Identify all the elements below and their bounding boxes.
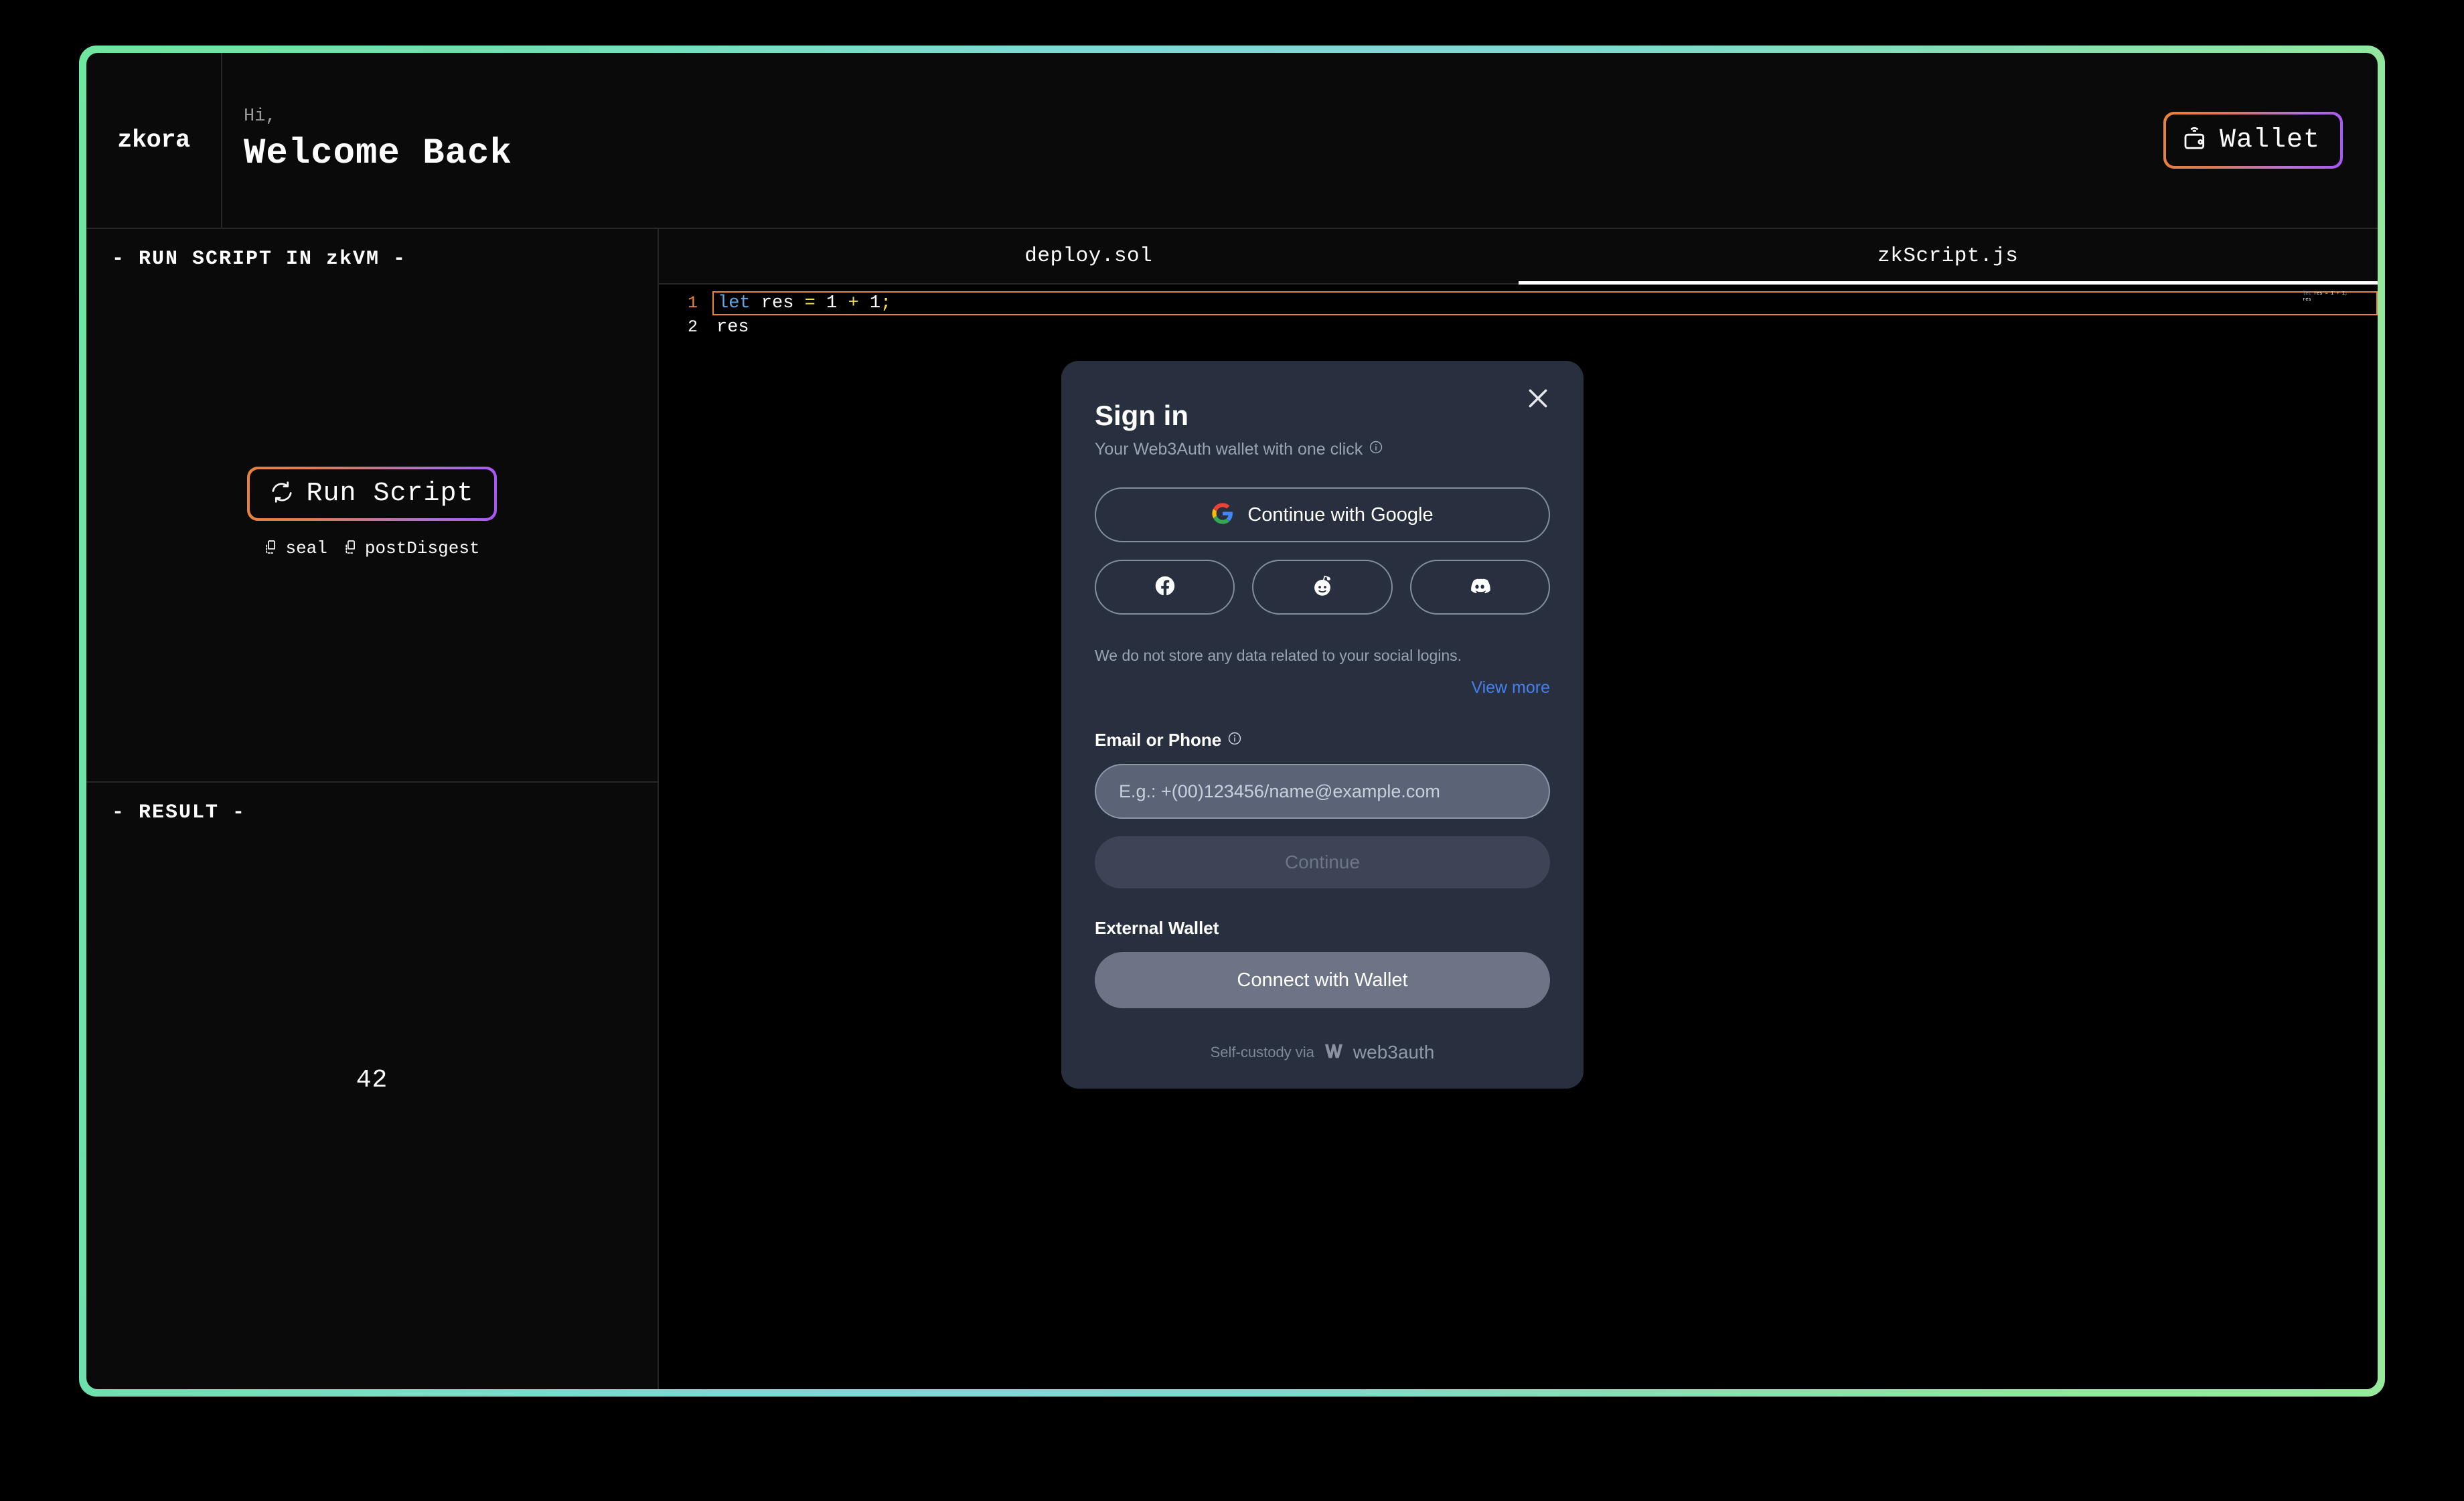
- tab-deploy-sol-label: deploy.sol: [1024, 244, 1153, 268]
- continue-with-google-button[interactable]: Continue with Google: [1095, 487, 1550, 542]
- result-center: 42: [86, 824, 658, 1389]
- result-section: - RESULT - 42: [86, 783, 658, 1389]
- app-frame: zkora Hi, Welcome Back Wallet - RUN SCRI…: [79, 46, 2385, 1397]
- modal-subtitle-text: Your Web3Auth wallet with one click: [1095, 440, 1363, 459]
- reddit-icon: [1311, 574, 1334, 601]
- code-line[interactable]: 1 let res = 1 + 1;: [659, 291, 2378, 315]
- modal-title: Sign in: [1095, 400, 1188, 431]
- web3auth-logo-icon: [1324, 1042, 1344, 1063]
- code-lines: 1 let res = 1 + 1; 2 res: [659, 285, 2378, 339]
- info-icon[interactable]: [1227, 730, 1242, 750]
- tab-deploy-sol[interactable]: deploy.sol: [659, 229, 1519, 283]
- continue-with-google-label: Continue with Google: [1247, 503, 1434, 526]
- copy-postdigest-chip[interactable]: postDisgest: [343, 538, 480, 558]
- copy-icon: [264, 539, 280, 558]
- tab-zkscript-js[interactable]: zkScript.js: [1518, 229, 2378, 285]
- run-script-label: Run Script: [306, 479, 474, 509]
- wallet-button-label: Wallet: [2219, 125, 2320, 155]
- brand-cell: zkora: [86, 53, 222, 228]
- run-script-button[interactable]: Run Script: [247, 467, 497, 521]
- line-number: 2: [687, 317, 698, 337]
- modal-subtitle: Your Web3Auth wallet with one click: [1095, 440, 1550, 459]
- privacy-note: We do not store any data related to your…: [1095, 647, 1462, 664]
- wallet-wifi-icon: [2182, 125, 2209, 155]
- email-or-phone-label-text: Email or Phone: [1095, 730, 1222, 750]
- editor-minimap[interactable]: let res = 1 + 1; res: [2303, 291, 2360, 303]
- artifact-chips: seal postDisgest: [264, 538, 480, 558]
- copy-icon: [343, 539, 360, 558]
- social-login-row: [1095, 560, 1550, 615]
- run-script-heading: - RUN SCRIPT IN zkVM -: [112, 248, 407, 270]
- google-icon: [1211, 502, 1234, 528]
- wallet-button-wrap: Wallet: [2163, 53, 2378, 228]
- left-panel: - RUN SCRIPT IN zkVM - Run Script seal p…: [86, 229, 659, 1389]
- modal-footer: Self-custody via web3auth: [1095, 1042, 1550, 1069]
- view-more-link[interactable]: View more: [1095, 678, 1550, 698]
- reddit-login-button[interactable]: [1252, 560, 1393, 615]
- code-line-text: let res = 1 + 1;: [712, 291, 2378, 315]
- run-script-button-inner: Run Script: [250, 469, 494, 518]
- continue-button[interactable]: Continue: [1095, 836, 1550, 888]
- facebook-icon: [1154, 574, 1176, 601]
- wallet-button-inner: Wallet: [2165, 114, 2340, 166]
- minimap-line: res: [2303, 297, 2311, 303]
- footer-text: Self-custody via: [1210, 1044, 1314, 1060]
- facebook-login-button[interactable]: [1095, 560, 1235, 615]
- brand-logo-text: zkora: [117, 126, 190, 155]
- copy-seal-label: seal: [285, 538, 327, 558]
- external-wallet-label: External Wallet: [1095, 918, 1219, 938]
- discord-login-button[interactable]: [1409, 560, 1550, 615]
- editor-tab-bar: deploy.sol zkScript.js: [659, 229, 2378, 285]
- refresh-icon: [270, 480, 294, 507]
- minimap-line: let res = 1 + 1;: [2303, 291, 2348, 297]
- close-icon[interactable]: [1521, 381, 1555, 416]
- discord-icon: [1468, 574, 1492, 601]
- signin-modal: Sign in Your Web3Auth wallet with one cl…: [1061, 361, 1584, 1089]
- info-icon[interactable]: [1369, 440, 1383, 459]
- result-value: 42: [356, 1065, 388, 1095]
- copy-seal-chip[interactable]: seal: [264, 538, 327, 558]
- code-line[interactable]: 2 res: [659, 315, 2378, 339]
- tab-zkscript-js-label: zkScript.js: [1877, 244, 2019, 268]
- run-script-center: Run Script seal postDisgest: [86, 270, 658, 781]
- line-number: 1: [687, 293, 698, 313]
- email-or-phone-label: Email or Phone: [1095, 730, 1550, 750]
- run-script-section: - RUN SCRIPT IN zkVM - Run Script seal p…: [86, 229, 658, 783]
- greeting-salutation: Hi,: [244, 106, 277, 127]
- code-line-text: res: [716, 317, 749, 337]
- result-heading: - RESULT -: [112, 801, 246, 824]
- page-title: Welcome Back: [244, 133, 512, 174]
- connect-with-wallet-button[interactable]: Connect with Wallet: [1095, 952, 1550, 1008]
- app-window: zkora Hi, Welcome Back Wallet - RUN SCRI…: [86, 53, 2378, 1389]
- copy-postdigest-label: postDisgest: [364, 538, 480, 558]
- footer-brand: web3auth: [1353, 1042, 1435, 1062]
- wallet-button[interactable]: Wallet: [2163, 112, 2343, 169]
- email-or-phone-input[interactable]: [1095, 764, 1550, 819]
- app-header: zkora Hi, Welcome Back Wallet: [86, 53, 2378, 229]
- greeting-block: Hi, Welcome Back: [222, 53, 2163, 228]
